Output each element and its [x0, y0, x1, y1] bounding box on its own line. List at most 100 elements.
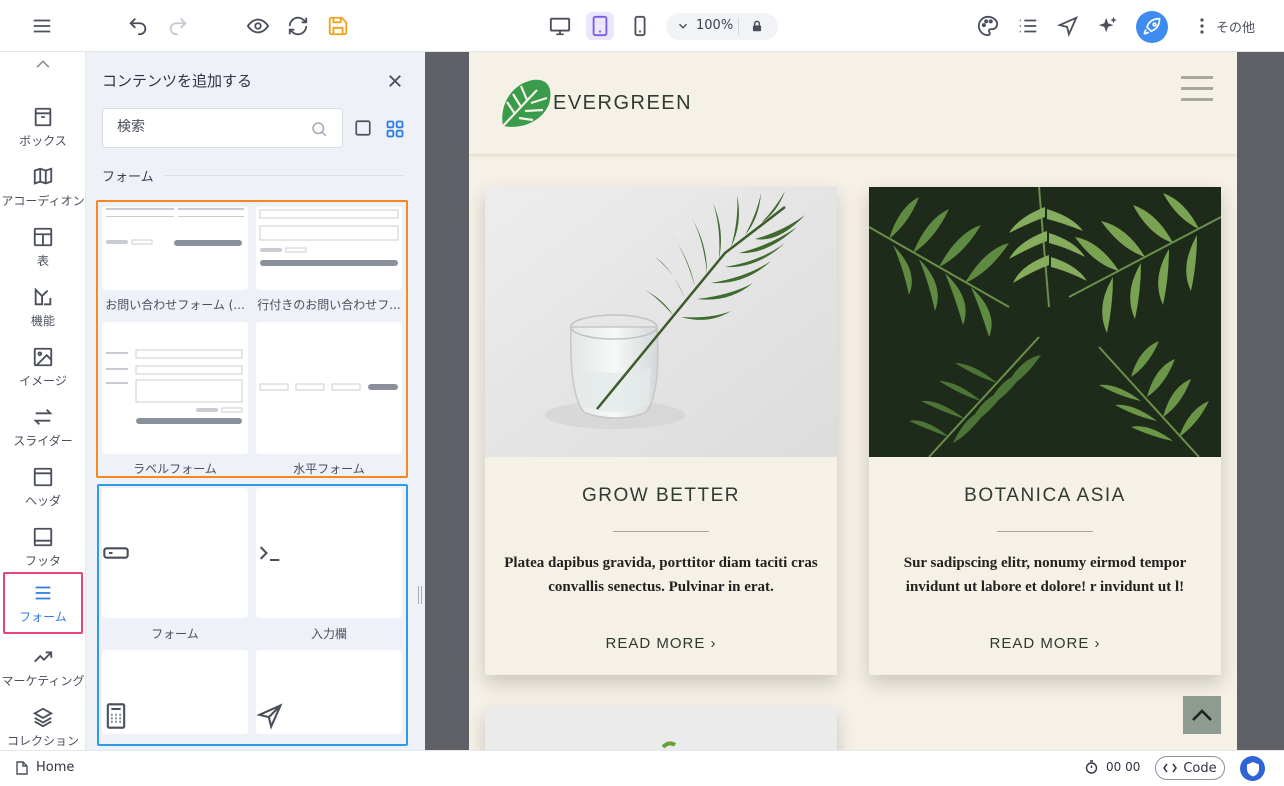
footer-icon	[33, 527, 53, 547]
rail-item-form[interactable]: フォーム	[3, 572, 83, 634]
site-logo-text[interactable]: EVERGREEN	[553, 92, 692, 115]
rail-item-slider[interactable]: スライダー	[0, 398, 85, 458]
menu-icon[interactable]	[29, 13, 55, 39]
list-icon[interactable]	[1015, 13, 1041, 39]
rail-item-label: ボックス	[19, 134, 67, 148]
palette-icon[interactable]	[975, 13, 1001, 39]
chevron-up-icon[interactable]	[33, 56, 53, 70]
input-field-tile[interactable]	[256, 488, 402, 618]
rail-item-label: マーケティング	[1, 674, 85, 688]
calculator-icon	[106, 703, 126, 729]
home-breadcrumb[interactable]: Home	[16, 760, 74, 775]
rail-item-collection[interactable]: コレクション	[0, 698, 85, 750]
form-icon	[35, 586, 51, 600]
layers-icon	[32, 707, 54, 728]
rail-item-label: 表	[36, 254, 49, 268]
send-icon	[256, 703, 283, 730]
form-block-tile[interactable]	[102, 488, 248, 618]
contact-form-tile[interactable]	[102, 206, 248, 290]
tablet-icon[interactable]	[586, 12, 614, 40]
rail-item-label: ヘッダ	[24, 494, 61, 508]
chevron-down-icon[interactable]	[676, 19, 690, 33]
save-icon[interactable]	[325, 13, 351, 39]
card-divider	[997, 531, 1093, 532]
desktop-icon[interactable]	[547, 13, 573, 39]
security-button[interactable]	[1240, 756, 1265, 781]
rail-item-box[interactable]: ボックス	[0, 98, 85, 158]
code-button[interactable]: Code	[1155, 756, 1225, 780]
chevron-up-icon	[1192, 709, 1212, 721]
code-label: Code	[1183, 760, 1217, 776]
contact-form-rows-tile[interactable]	[256, 206, 402, 290]
ai-sparkle-icon[interactable]	[1095, 13, 1121, 39]
card-grow-better[interactable]: GROW BETTER Platea dapibus gravida, port…	[485, 187, 837, 675]
rail-item-table[interactable]: 表	[0, 218, 85, 278]
more-vertical-icon	[1200, 18, 1204, 34]
zoom-divider	[738, 18, 739, 35]
rail-item-features[interactable]: 機能	[0, 278, 85, 338]
mobile-icon[interactable]	[627, 13, 653, 39]
tile-label: お問い合わせフォーム (...	[105, 298, 245, 312]
archive-box-icon	[34, 107, 52, 127]
section-divider	[164, 175, 404, 176]
publish-button[interactable]	[1136, 11, 1168, 43]
search-box	[102, 108, 343, 148]
home-label: Home	[36, 760, 75, 775]
read-more-link[interactable]: READ MORE ›	[485, 635, 837, 652]
code-icon	[1163, 763, 1178, 773]
rail-item-label: コレクション	[6, 734, 79, 748]
zoom-control[interactable]: 100%	[666, 13, 778, 40]
palm-leaves-image	[869, 187, 1221, 457]
rail-item-label: スライダー	[13, 434, 73, 448]
rail-item-label: フォーム	[19, 610, 67, 624]
tile-label: 入力欄	[310, 627, 347, 641]
top-toolbar: 100% その他	[0, 0, 1284, 52]
rail-item-image[interactable]: イメージ	[0, 338, 85, 398]
card-divider	[613, 531, 709, 532]
website-preview: EVERGREEN GROW BETTER Platea dapibus gra…	[469, 52, 1237, 750]
single-view-icon[interactable]	[354, 119, 372, 137]
send-icon[interactable]	[1055, 13, 1081, 39]
terminal-icon	[259, 546, 280, 562]
horizontal-form-tile[interactable]	[256, 322, 402, 454]
card-title: GROW BETTER	[582, 485, 740, 506]
close-icon[interactable]	[386, 72, 404, 90]
undo-icon[interactable]	[125, 13, 151, 39]
panel-resize-handle[interactable]	[418, 586, 422, 604]
lock-icon[interactable]	[750, 19, 764, 33]
site-menu-icon[interactable]	[1181, 76, 1213, 102]
component-rail: ボックス アコーディオン 表 機能 イメージ スライダー ヘッダ フッタ フォー…	[0, 52, 86, 750]
rail-item-accordion[interactable]: アコーディオン	[0, 158, 85, 218]
rail-item-label: イメージ	[19, 374, 67, 388]
rail-item-label: 機能	[30, 314, 55, 328]
submit-form-tile[interactable]	[256, 650, 402, 734]
tile-label: フォーム	[151, 627, 199, 641]
tile-label: 行付きのお問い合わせフ...	[257, 298, 401, 312]
read-more-link[interactable]: READ MORE ›	[869, 635, 1221, 652]
calculator-tile[interactable]	[102, 650, 248, 734]
rail-item-header[interactable]: ヘッダ	[0, 458, 85, 518]
scroll-to-top-button[interactable]	[1183, 696, 1221, 734]
zoom-value: 100%	[696, 18, 734, 33]
plant-in-glass-image	[485, 187, 837, 457]
grid-view-icon[interactable]	[385, 119, 405, 139]
rail-item-label: フッタ	[24, 554, 61, 568]
card-text: Platea dapibus gravida, porttitor diam t…	[504, 555, 818, 595]
redo-icon[interactable]	[165, 13, 191, 39]
search-input[interactable]	[117, 119, 297, 135]
more-button[interactable]: その他	[1196, 16, 1255, 36]
card-botanica-asia[interactable]: BOTANICA ASIA Sur sadipscing elitr, nonu…	[869, 187, 1221, 675]
rail-item-footer[interactable]: フッタ	[0, 518, 85, 578]
input-field-icon	[103, 547, 129, 559]
add-content-panel: コンテンツを追加する フォーム お問い合わせフォーム (... 行付きのお問い合…	[86, 52, 425, 750]
trending-icon	[34, 651, 53, 663]
rail-item-label: アコーディオン	[1, 194, 85, 208]
rail-item-marketing[interactable]: マーケティング	[0, 638, 85, 698]
card-third-partial	[485, 707, 837, 750]
table-icon	[33, 227, 53, 247]
preview-eye-icon[interactable]	[245, 13, 271, 39]
monstera-leaf-logo	[502, 79, 551, 127]
features-icon	[34, 287, 52, 306]
label-form-tile[interactable]	[102, 322, 248, 454]
refresh-icon[interactable]	[285, 13, 311, 39]
